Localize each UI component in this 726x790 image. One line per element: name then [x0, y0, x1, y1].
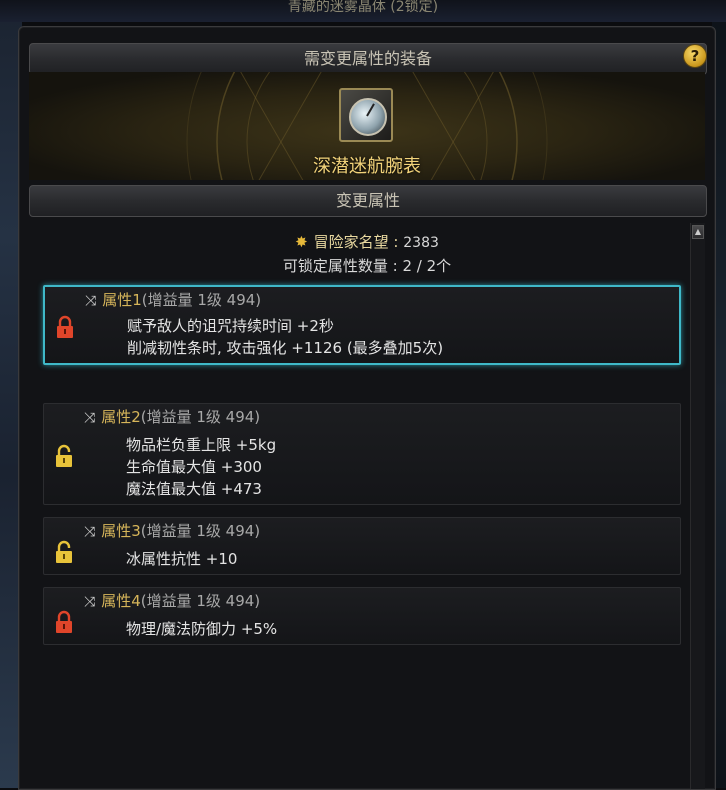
attribute-line: 削减韧性条时, 攻击强化 +1126 (最多叠加5次) [127, 339, 444, 357]
attribute-line: 生命值最大值 +300 [126, 458, 262, 476]
attribute-detail: (增益量 1级 494) [140, 592, 261, 610]
attribute-line: 魔法值最大值 +473 [126, 480, 262, 498]
attribute-card-4[interactable]: ⤨ 属性4(增益量 1级 494) 物理/魔法防御力 +5% [43, 587, 681, 645]
scrollbar[interactable]: ▲ [690, 223, 705, 789]
lock-closed-icon[interactable] [54, 610, 74, 634]
attribute-label: 属性2 [101, 408, 141, 426]
equipment-slot[interactable] [339, 88, 393, 142]
lock-open-icon[interactable] [54, 444, 74, 468]
attribute-detail: (增益量 1级 494) [140, 522, 261, 540]
lock-open-icon[interactable] [54, 540, 74, 564]
reputation-icon: ✸ [295, 233, 308, 251]
lock-count: 可锁定属性数量 : 2 / 2个 [282, 257, 452, 275]
attribute-detail: (增益量 1级 494) [141, 291, 262, 309]
shuffle-icon: ⤨ [84, 410, 96, 426]
question-icon[interactable]: ? [683, 44, 707, 68]
equipment-name: 深潜迷航腕表 [313, 156, 421, 177]
shuffle-icon: ⤨ [85, 293, 97, 309]
change-section-header: 变更属性 [29, 185, 707, 217]
equip-section-header: 需变更属性的装备 [29, 43, 707, 75]
attribute-line: 冰属性抗性 +10 [126, 550, 238, 568]
attribute-header: ⤨ 属性3(增益量 1级 494) [84, 520, 260, 541]
reputation-value: 2383 [403, 235, 439, 251]
equip-slot-area: 深潜迷航腕表 [29, 72, 705, 180]
attribute-line: 赋予敌人的诅咒持续时间 +2秒 [127, 317, 334, 335]
attribute-change-window: 需变更属性的装备 ? 深潜迷航腕表 变更属性 ✸ 冒险家名望 : 2383 可锁定… [18, 26, 716, 790]
attribute-card-3[interactable]: ⤨ 属性3(增益量 1级 494) 冰属性抗性 +10 [43, 517, 681, 575]
change-section-title: 变更属性 [335, 191, 400, 210]
attribute-line: 物理/魔法防御力 +5% [126, 620, 278, 638]
lock-closed-icon[interactable] [55, 315, 75, 339]
attribute-header: ⤨ 属性2(增益量 1级 494) [84, 406, 260, 427]
reputation-label: 冒险家名望 : [313, 233, 399, 251]
shuffle-icon: ⤨ [84, 524, 96, 540]
attribute-line: 物品栏负重上限 +5kg [126, 436, 277, 454]
reputation-row: ✸ 冒险家名望 : 2383 [29, 231, 705, 252]
attribute-card-2[interactable]: ⤨ 属性2(增益量 1级 494) 物品栏负重上限 +5kg 生命值最大值 +30… [43, 403, 681, 505]
attribute-label: 属性3 [101, 522, 141, 540]
attribute-detail: (增益量 1级 494) [140, 408, 261, 426]
attribute-card-1[interactable]: ⤨ 属性1(增益量 1级 494) 赋予敌人的诅咒持续时间 +2秒 削减韧性条时,… [43, 285, 681, 365]
scroll-up-arrow-icon[interactable]: ▲ [692, 225, 704, 239]
attribute-header: ⤨ 属性1(增益量 1级 494) [85, 289, 261, 310]
attribute-header: ⤨ 属性4(增益量 1级 494) [84, 590, 260, 611]
window-title-bar: 青藏的迷雾晶体 (2锁定) [0, 0, 726, 22]
watch-icon [349, 98, 387, 136]
attribute-list: ✸ 冒险家名望 : 2383 可锁定属性数量 : 2 / 2个 ⤨ 属性1(增益量 … [29, 223, 705, 789]
shuffle-icon: ⤨ [84, 594, 96, 610]
window-title: 青藏的迷雾晶体 (2锁定) [287, 0, 439, 15]
attribute-label: 属性4 [101, 592, 141, 610]
equip-section-title: 需变更属性的装备 [303, 49, 432, 68]
attribute-label: 属性1 [102, 291, 142, 309]
